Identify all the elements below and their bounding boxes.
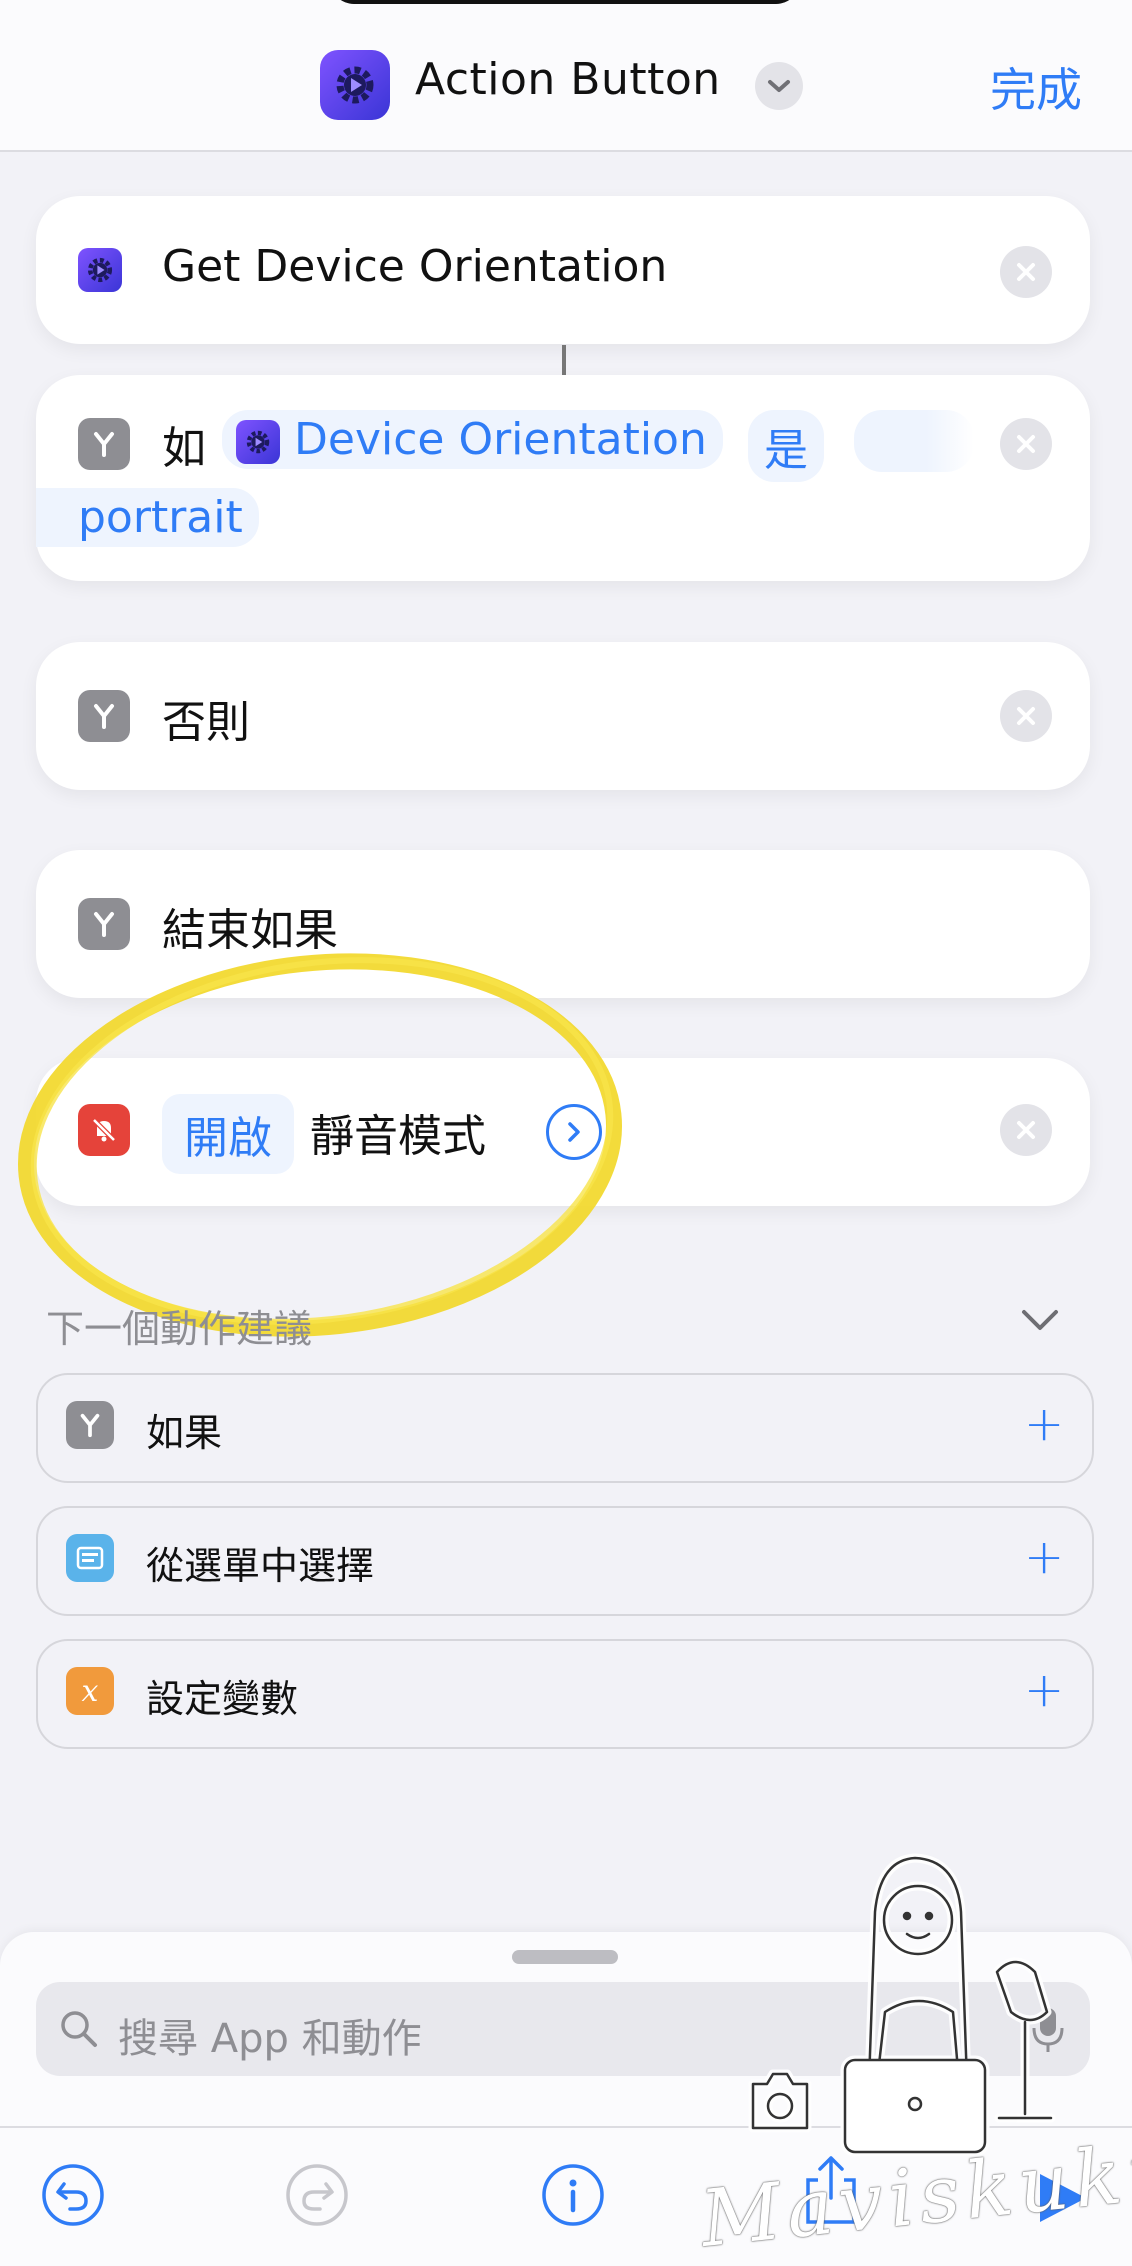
sheet-grabber[interactable] (512, 1950, 618, 1964)
action-label: 否則 (162, 697, 250, 748)
branch-icon (94, 912, 114, 937)
branch-icon-container (78, 898, 130, 950)
shortcut-title[interactable]: Action Button (415, 54, 721, 105)
collapse-suggestions-button[interactable] (1018, 1306, 1062, 1338)
action-connector (562, 345, 566, 375)
close-icon (1017, 1121, 1035, 1139)
branch-icon-container (78, 690, 130, 742)
remove-action-button[interactable] (1000, 246, 1052, 298)
if-keyword: 如 (162, 423, 206, 474)
suggestion-icon-container: x (66, 1667, 114, 1715)
condition-value[interactable]: portrait (36, 488, 259, 547)
suggestion-label: 從選單中選擇 (146, 1544, 375, 1588)
chevron-down-icon (1022, 1310, 1058, 1330)
variable-icon: x (81, 1673, 99, 1709)
suggestions-heading: 下一個動作建議 (46, 1307, 313, 1351)
remove-action-button[interactable] (1000, 690, 1052, 742)
close-icon (1017, 435, 1035, 453)
add-suggestion-button[interactable]: + (1024, 1662, 1064, 1718)
condition-operator[interactable]: 是 (748, 410, 824, 482)
action-if[interactable] (36, 375, 1090, 581)
branch-icon (94, 432, 114, 457)
add-suggestion-button[interactable]: + (1024, 1529, 1064, 1585)
info-button[interactable] (540, 2162, 606, 2232)
shortcut-app-icon[interactable] (320, 50, 390, 120)
remove-action-button[interactable] (1000, 1104, 1052, 1156)
gear-icon (87, 257, 113, 283)
add-suggestion-button[interactable]: + (1024, 1396, 1064, 1452)
menu-icon (76, 1546, 104, 1570)
gear-icon (246, 430, 270, 454)
undo-icon (42, 2164, 104, 2226)
variable-shortcut-icon (236, 420, 280, 464)
shortcut-action-icon (78, 248, 122, 292)
suggestion-icon-container (66, 1401, 114, 1449)
info-icon (542, 2164, 604, 2226)
suggestion-label: 設定變數 (146, 1677, 299, 1721)
suggestion-label: 如果 (146, 1411, 223, 1455)
search-placeholder: 搜尋 App 和動作 (118, 2016, 422, 2062)
close-icon (1017, 707, 1035, 725)
branch-icon (94, 704, 114, 729)
done-button[interactable]: 完成 (990, 54, 1082, 120)
close-icon (1017, 263, 1035, 281)
branch-icon-container (78, 418, 130, 470)
suggestion-icon-container (66, 1534, 114, 1582)
redo-button[interactable] (284, 2162, 350, 2232)
title-menu-button[interactable] (755, 62, 803, 110)
condition-value-field[interactable] (854, 410, 974, 472)
chevron-down-icon (768, 80, 790, 92)
device-notch (330, 0, 800, 4)
undo-button[interactable] (40, 2162, 106, 2232)
search-icon (58, 2008, 100, 2054)
variable-label: Device Orientation (294, 414, 707, 465)
variable-token-device-orientation[interactable]: Device Orientation (222, 410, 723, 469)
branch-icon (80, 1413, 100, 1438)
highlight-circle-annotation (17, 953, 623, 1337)
redo-icon (286, 2164, 348, 2226)
gear-icon (336, 66, 374, 104)
remove-action-button[interactable] (1000, 418, 1052, 470)
action-label: Get Device Orientation (162, 241, 668, 292)
